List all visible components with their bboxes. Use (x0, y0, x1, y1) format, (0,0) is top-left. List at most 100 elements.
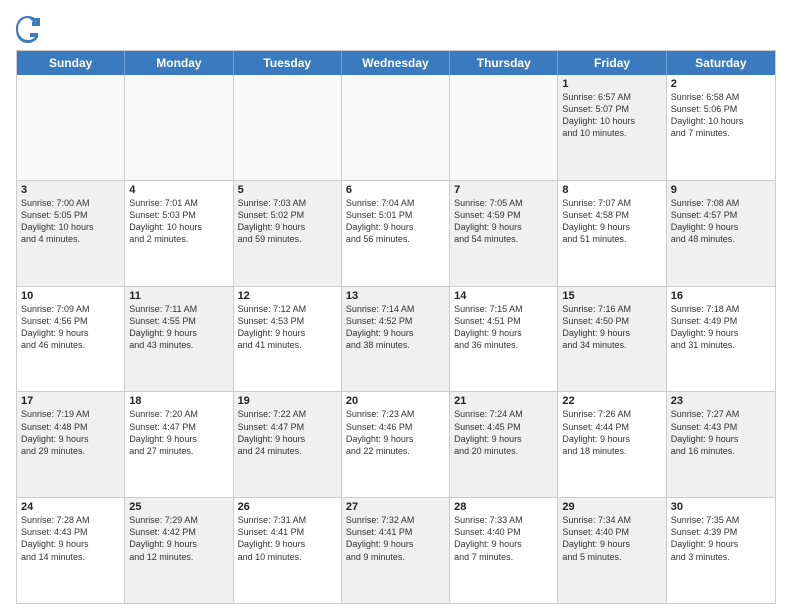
day-number: 28 (454, 501, 553, 513)
day-number: 14 (454, 290, 553, 302)
day-number: 24 (21, 501, 120, 513)
day-number: 25 (129, 501, 228, 513)
cell-daylight-info: Sunrise: 7:34 AM Sunset: 4:40 PM Dayligh… (562, 514, 661, 563)
weekday-header: Sunday (17, 51, 125, 75)
day-number: 10 (21, 290, 120, 302)
calendar-cell: 9Sunrise: 7:08 AM Sunset: 4:57 PM Daylig… (667, 181, 775, 286)
day-number: 11 (129, 290, 228, 302)
calendar-cell: 23Sunrise: 7:27 AM Sunset: 4:43 PM Dayli… (667, 392, 775, 497)
calendar-cell: 26Sunrise: 7:31 AM Sunset: 4:41 PM Dayli… (234, 498, 342, 603)
cell-daylight-info: Sunrise: 7:11 AM Sunset: 4:55 PM Dayligh… (129, 303, 228, 352)
day-number: 21 (454, 395, 553, 407)
cell-daylight-info: Sunrise: 7:24 AM Sunset: 4:45 PM Dayligh… (454, 408, 553, 457)
calendar-cell: 28Sunrise: 7:33 AM Sunset: 4:40 PM Dayli… (450, 498, 558, 603)
calendar-cell: 17Sunrise: 7:19 AM Sunset: 4:48 PM Dayli… (17, 392, 125, 497)
weekday-header: Thursday (450, 51, 558, 75)
calendar-cell (17, 75, 125, 180)
cell-daylight-info: Sunrise: 7:14 AM Sunset: 4:52 PM Dayligh… (346, 303, 445, 352)
cell-daylight-info: Sunrise: 7:28 AM Sunset: 4:43 PM Dayligh… (21, 514, 120, 563)
cell-daylight-info: Sunrise: 7:19 AM Sunset: 4:48 PM Dayligh… (21, 408, 120, 457)
calendar-cell: 12Sunrise: 7:12 AM Sunset: 4:53 PM Dayli… (234, 287, 342, 392)
day-number: 6 (346, 184, 445, 196)
calendar-cell: 8Sunrise: 7:07 AM Sunset: 4:58 PM Daylig… (558, 181, 666, 286)
calendar-cell (234, 75, 342, 180)
calendar-row: 10Sunrise: 7:09 AM Sunset: 4:56 PM Dayli… (17, 287, 775, 393)
calendar-cell: 1Sunrise: 6:57 AM Sunset: 5:07 PM Daylig… (558, 75, 666, 180)
calendar-cell: 25Sunrise: 7:29 AM Sunset: 4:42 PM Dayli… (125, 498, 233, 603)
calendar-cell: 24Sunrise: 7:28 AM Sunset: 4:43 PM Dayli… (17, 498, 125, 603)
day-number: 12 (238, 290, 337, 302)
cell-daylight-info: Sunrise: 7:04 AM Sunset: 5:01 PM Dayligh… (346, 197, 445, 246)
logo-icon (16, 16, 40, 44)
cell-daylight-info: Sunrise: 7:01 AM Sunset: 5:03 PM Dayligh… (129, 197, 228, 246)
calendar-cell: 27Sunrise: 7:32 AM Sunset: 4:41 PM Dayli… (342, 498, 450, 603)
day-number: 23 (671, 395, 771, 407)
cell-daylight-info: Sunrise: 7:05 AM Sunset: 4:59 PM Dayligh… (454, 197, 553, 246)
day-number: 9 (671, 184, 771, 196)
calendar-cell (450, 75, 558, 180)
cell-daylight-info: Sunrise: 7:08 AM Sunset: 4:57 PM Dayligh… (671, 197, 771, 246)
calendar-cell: 16Sunrise: 7:18 AM Sunset: 4:49 PM Dayli… (667, 287, 775, 392)
cell-daylight-info: Sunrise: 7:15 AM Sunset: 4:51 PM Dayligh… (454, 303, 553, 352)
calendar-cell: 7Sunrise: 7:05 AM Sunset: 4:59 PM Daylig… (450, 181, 558, 286)
cell-daylight-info: Sunrise: 7:00 AM Sunset: 5:05 PM Dayligh… (21, 197, 120, 246)
day-number: 8 (562, 184, 661, 196)
day-number: 27 (346, 501, 445, 513)
calendar-cell: 13Sunrise: 7:14 AM Sunset: 4:52 PM Dayli… (342, 287, 450, 392)
calendar-header: SundayMondayTuesdayWednesdayThursdayFrid… (17, 51, 775, 75)
day-number: 29 (562, 501, 661, 513)
calendar-cell: 11Sunrise: 7:11 AM Sunset: 4:55 PM Dayli… (125, 287, 233, 392)
cell-daylight-info: Sunrise: 7:23 AM Sunset: 4:46 PM Dayligh… (346, 408, 445, 457)
calendar-cell: 14Sunrise: 7:15 AM Sunset: 4:51 PM Dayli… (450, 287, 558, 392)
day-number: 15 (562, 290, 661, 302)
logo (16, 16, 44, 44)
calendar-body: 1Sunrise: 6:57 AM Sunset: 5:07 PM Daylig… (17, 75, 775, 603)
weekday-header: Wednesday (342, 51, 450, 75)
day-number: 3 (21, 184, 120, 196)
day-number: 22 (562, 395, 661, 407)
cell-daylight-info: Sunrise: 6:58 AM Sunset: 5:06 PM Dayligh… (671, 91, 771, 140)
calendar-row: 24Sunrise: 7:28 AM Sunset: 4:43 PM Dayli… (17, 498, 775, 603)
cell-daylight-info: Sunrise: 7:35 AM Sunset: 4:39 PM Dayligh… (671, 514, 771, 563)
day-number: 16 (671, 290, 771, 302)
cell-daylight-info: Sunrise: 7:22 AM Sunset: 4:47 PM Dayligh… (238, 408, 337, 457)
day-number: 17 (21, 395, 120, 407)
cell-daylight-info: Sunrise: 7:20 AM Sunset: 4:47 PM Dayligh… (129, 408, 228, 457)
cell-daylight-info: Sunrise: 7:33 AM Sunset: 4:40 PM Dayligh… (454, 514, 553, 563)
calendar-cell: 18Sunrise: 7:20 AM Sunset: 4:47 PM Dayli… (125, 392, 233, 497)
calendar-cell: 3Sunrise: 7:00 AM Sunset: 5:05 PM Daylig… (17, 181, 125, 286)
calendar-cell (125, 75, 233, 180)
cell-daylight-info: Sunrise: 7:12 AM Sunset: 4:53 PM Dayligh… (238, 303, 337, 352)
cell-daylight-info: Sunrise: 7:18 AM Sunset: 4:49 PM Dayligh… (671, 303, 771, 352)
cell-daylight-info: Sunrise: 7:03 AM Sunset: 5:02 PM Dayligh… (238, 197, 337, 246)
calendar-row: 1Sunrise: 6:57 AM Sunset: 5:07 PM Daylig… (17, 75, 775, 181)
cell-daylight-info: Sunrise: 7:09 AM Sunset: 4:56 PM Dayligh… (21, 303, 120, 352)
weekday-header: Tuesday (234, 51, 342, 75)
calendar-cell: 21Sunrise: 7:24 AM Sunset: 4:45 PM Dayli… (450, 392, 558, 497)
day-number: 18 (129, 395, 228, 407)
weekday-header: Friday (558, 51, 666, 75)
cell-daylight-info: Sunrise: 7:27 AM Sunset: 4:43 PM Dayligh… (671, 408, 771, 457)
day-number: 19 (238, 395, 337, 407)
weekday-header: Monday (125, 51, 233, 75)
cell-daylight-info: Sunrise: 7:16 AM Sunset: 4:50 PM Dayligh… (562, 303, 661, 352)
day-number: 13 (346, 290, 445, 302)
day-number: 2 (671, 78, 771, 90)
calendar-cell: 2Sunrise: 6:58 AM Sunset: 5:06 PM Daylig… (667, 75, 775, 180)
weekday-header: Saturday (667, 51, 775, 75)
day-number: 5 (238, 184, 337, 196)
calendar-cell: 29Sunrise: 7:34 AM Sunset: 4:40 PM Dayli… (558, 498, 666, 603)
day-number: 7 (454, 184, 553, 196)
calendar-cell: 15Sunrise: 7:16 AM Sunset: 4:50 PM Dayli… (558, 287, 666, 392)
calendar-cell: 30Sunrise: 7:35 AM Sunset: 4:39 PM Dayli… (667, 498, 775, 603)
cell-daylight-info: Sunrise: 6:57 AM Sunset: 5:07 PM Dayligh… (562, 91, 661, 140)
calendar-cell (342, 75, 450, 180)
calendar-cell: 19Sunrise: 7:22 AM Sunset: 4:47 PM Dayli… (234, 392, 342, 497)
page: SundayMondayTuesdayWednesdayThursdayFrid… (0, 0, 792, 612)
calendar-row: 3Sunrise: 7:00 AM Sunset: 5:05 PM Daylig… (17, 181, 775, 287)
day-number: 4 (129, 184, 228, 196)
calendar-cell: 22Sunrise: 7:26 AM Sunset: 4:44 PM Dayli… (558, 392, 666, 497)
cell-daylight-info: Sunrise: 7:07 AM Sunset: 4:58 PM Dayligh… (562, 197, 661, 246)
cell-daylight-info: Sunrise: 7:29 AM Sunset: 4:42 PM Dayligh… (129, 514, 228, 563)
cell-daylight-info: Sunrise: 7:32 AM Sunset: 4:41 PM Dayligh… (346, 514, 445, 563)
